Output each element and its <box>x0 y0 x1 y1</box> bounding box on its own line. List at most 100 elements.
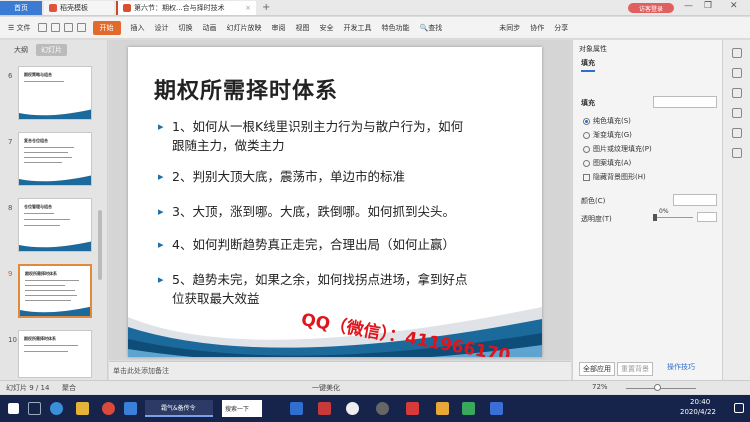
object-properties-panel: 对象属性 填充 填充 纯色填充(S) 渐变填充(G) 图片或纹理填充(P) 图案… <box>572 40 722 380</box>
browser-icon[interactable] <box>50 402 63 415</box>
thumbnail-scrollbar[interactable] <box>98 210 102 280</box>
docer-icon <box>49 4 57 12</box>
notification-icon[interactable] <box>734 403 744 413</box>
tab-outline[interactable]: 大纲 <box>14 45 28 55</box>
thumb-wave <box>19 241 91 251</box>
option-gradient[interactable]: 渐变填充(G) <box>583 130 632 140</box>
app-icon[interactable] <box>462 402 475 415</box>
tab-slides[interactable]: 幻灯片 <box>36 44 67 56</box>
color-dropdown[interactable] <box>673 194 717 206</box>
tab-template[interactable]: 稻壳模板 <box>44 1 114 15</box>
zoom-thumb[interactable] <box>654 384 661 391</box>
tab-fill[interactable]: 填充 <box>581 58 595 72</box>
slider-thumb[interactable] <box>653 214 657 221</box>
option-picture[interactable]: 图片或纹理填充(P) <box>583 144 652 154</box>
transparency-slider[interactable] <box>653 217 693 218</box>
save-icon[interactable] <box>37 23 47 32</box>
thumb-line <box>25 300 71 301</box>
option-solid[interactable]: 纯色填充(S) <box>583 116 631 126</box>
slide-thumbnail[interactable]: 期权策略与组合 <box>18 66 92 120</box>
new-tab-button[interactable]: + <box>262 2 270 13</box>
maximize-icon[interactable]: ❐ <box>704 1 712 11</box>
print-icon[interactable] <box>50 23 60 32</box>
fill-section-label: 填充 <box>581 99 595 107</box>
fill-type-dropdown[interactable] <box>653 96 717 108</box>
app-icon[interactable] <box>102 402 115 415</box>
tab-home-label: 首页 <box>14 4 28 12</box>
bullet-text: 3、大顶，涨到哪。大底，跌倒哪。如何抓到尖头。 <box>172 204 455 219</box>
reset-bg-button[interactable]: 重置背景 <box>617 362 653 376</box>
slide-thumbnail-selected[interactable]: 期权所需择时体系 <box>18 264 92 318</box>
slide-thumbnail[interactable]: 期权所需择时体系 <box>18 330 92 378</box>
taskbar-search-box[interactable]: 搜索一下 <box>222 400 262 417</box>
tab-document[interactable]: 第六节：期权...合与择时技术 × <box>116 1 256 15</box>
share-button[interactable]: 分享 <box>554 23 568 33</box>
menu-insert[interactable]: 插入 <box>131 23 145 33</box>
taskbar-app-button[interactable]: 霜气&备传令 <box>145 400 213 417</box>
menu-view[interactable]: 视图 <box>296 23 310 33</box>
app-icon[interactable] <box>346 402 359 415</box>
backup-icon[interactable] <box>732 148 742 158</box>
option-pattern[interactable]: 图案填充(A) <box>583 158 631 168</box>
slide-thumbnail[interactable]: 仓位管理与组合 <box>18 198 92 252</box>
slide[interactable]: 期权所需择时体系 ▸ 1、如何从一根K线里识别主力行为与散户行为，如何 跟随主力… <box>128 47 542 357</box>
tips-link[interactable]: 操作技巧 <box>667 362 695 372</box>
transparency-stepper[interactable] <box>697 212 717 222</box>
bullet-arrow-icon: ▸ <box>158 205 164 218</box>
zoom-level[interactable]: 72% <box>592 383 608 391</box>
redo-icon[interactable] <box>76 23 86 32</box>
thumb-title: 期权策略与组合 <box>24 72 52 77</box>
menu-file[interactable]: ☰ 文件 <box>8 23 31 33</box>
style-icon[interactable] <box>732 68 742 78</box>
wps-icon[interactable] <box>406 402 419 415</box>
menu-animation[interactable]: 动画 <box>203 23 217 33</box>
menu-start[interactable]: 开始 <box>92 20 121 35</box>
mail-icon[interactable] <box>290 402 303 415</box>
zoom-slider[interactable] <box>626 388 696 389</box>
menu-search[interactable]: 🔍查找 <box>420 23 443 33</box>
folder-icon[interactable] <box>76 402 89 415</box>
bullet-item[interactable]: ▸ 3、大顶，涨到哪。大底，跌倒哪。如何抓到尖头。 <box>158 202 455 221</box>
camera-icon[interactable] <box>376 402 389 415</box>
animation-icon[interactable] <box>732 88 742 98</box>
hide-bg-checkbox[interactable]: 隐藏背景图形(H) <box>583 172 646 182</box>
shape-icon[interactable] <box>732 108 742 118</box>
menu-devtools[interactable]: 开发工具 <box>344 23 372 33</box>
login-button[interactable]: 访客登录 <box>628 3 674 13</box>
properties-icon[interactable] <box>732 48 742 58</box>
radio-icon <box>583 117 590 125</box>
notes-pane[interactable]: 单击此处添加备注 <box>109 361 571 380</box>
start-icon[interactable] <box>8 403 19 414</box>
bullet-item[interactable]: ▸ 1、如何从一根K线里识别主力行为与散户行为，如何 跟随主力，做类主力 <box>158 117 463 155</box>
undo-icon[interactable] <box>63 23 73 32</box>
close-icon[interactable]: × <box>242 4 251 12</box>
app-icon[interactable] <box>318 402 331 415</box>
menu-slideshow[interactable]: 幻灯片放映 <box>227 23 262 33</box>
apply-all-button[interactable]: 全部应用 <box>579 362 615 376</box>
bullet-item[interactable]: ▸ 2、判别大顶大底，震荡市，单边市的标准 <box>158 167 405 186</box>
app-icon[interactable] <box>436 402 449 415</box>
settings-icon[interactable] <box>732 128 742 138</box>
app-icon[interactable] <box>124 402 137 415</box>
slide-title[interactable]: 期权所需择时体系 <box>154 73 338 105</box>
slide-thumbnail[interactable]: 复合仓位组合 <box>18 132 92 186</box>
window-close-icon[interactable]: ✕ <box>730 1 738 11</box>
menu-features[interactable]: 特色功能 <box>382 23 410 33</box>
word-icon[interactable] <box>490 402 503 415</box>
menu-design[interactable]: 设计 <box>155 23 169 33</box>
thumb-line <box>24 225 60 226</box>
minimize-icon[interactable]: — <box>684 1 693 11</box>
collab-button[interactable]: 协作 <box>530 23 544 33</box>
taskview-icon[interactable] <box>28 402 41 415</box>
browser-tab-bar: 首页 稻壳模板 第六节：期权...合与择时技术 × + 访客登录 — ❐ ✕ <box>0 0 750 16</box>
sync-status[interactable]: 未同步 <box>499 23 520 33</box>
tab-home[interactable]: 首页 <box>0 1 42 15</box>
thumb-line <box>24 157 72 158</box>
beautify-button[interactable]: 一键美化 <box>312 383 340 393</box>
thumb-number: 10 <box>8 336 17 344</box>
bullet-item[interactable]: ▸ 4、如何判断趋势真正走完，合理出局（如何止赢） <box>158 235 455 254</box>
menu-transition[interactable]: 切换 <box>179 23 193 33</box>
menu-security[interactable]: 安全 <box>320 23 334 33</box>
menu-file-label: 文件 <box>16 23 31 32</box>
menu-review[interactable]: 审阅 <box>272 23 286 33</box>
